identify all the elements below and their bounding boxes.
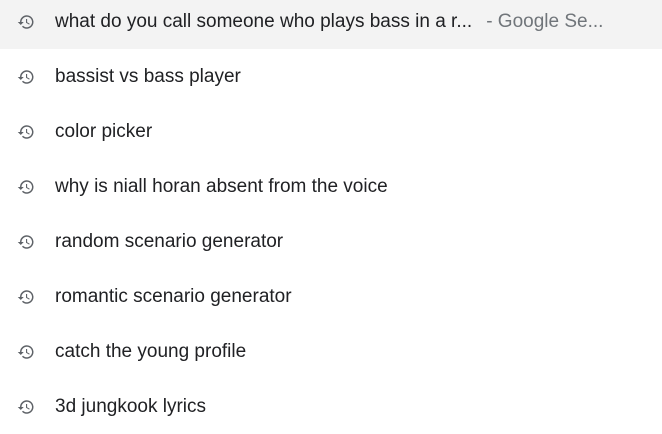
- history-suggestion-item[interactable]: bassist vs bass player: [0, 49, 662, 104]
- history-suggestion-item[interactable]: what do you call someone who plays bass …: [0, 0, 662, 49]
- suggestion-text: why is niall horan absent from the voice: [55, 175, 388, 197]
- history-icon: [17, 233, 35, 251]
- suggestion-source: - Google Se...: [486, 10, 604, 32]
- history-suggestion-item[interactable]: romantic scenario generator: [0, 269, 662, 324]
- history-icon: [17, 343, 35, 361]
- suggestion-text: 3d jungkook lyrics: [55, 395, 207, 417]
- history-suggestion-list: what do you call someone who plays bass …: [0, 0, 662, 429]
- suggestion-text: romantic scenario generator: [55, 285, 292, 307]
- history-icon: [17, 13, 35, 31]
- history-suggestion-item[interactable]: catch the young profile: [0, 324, 662, 379]
- history-suggestion-item[interactable]: color picker: [0, 104, 662, 159]
- history-icon: [17, 123, 35, 141]
- suggestion-text: what do you call someone who plays bass …: [55, 10, 473, 32]
- history-icon: [17, 178, 35, 196]
- history-icon: [17, 288, 35, 306]
- suggestion-text: color picker: [55, 120, 153, 142]
- history-suggestion-item[interactable]: random scenario generator: [0, 214, 662, 269]
- history-suggestion-item[interactable]: 3d jungkook lyrics: [0, 379, 662, 434]
- history-suggestion-item[interactable]: why is niall horan absent from the voice: [0, 159, 662, 214]
- suggestion-text: bassist vs bass player: [55, 65, 241, 87]
- history-icon: [17, 68, 35, 86]
- suggestion-text: catch the young profile: [55, 340, 247, 362]
- history-icon: [17, 398, 35, 416]
- suggestion-text: random scenario generator: [55, 230, 284, 252]
